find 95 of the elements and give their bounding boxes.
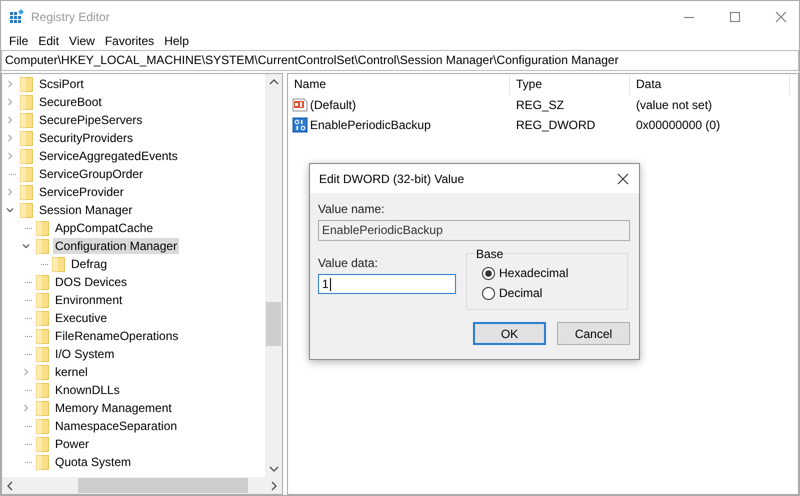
tree-item[interactable]: Defrag <box>69 256 110 272</box>
scroll-right-icon[interactable] <box>271 480 277 490</box>
folder-icon <box>36 382 49 398</box>
expand-chevron-icon[interactable] <box>6 80 14 88</box>
column-header[interactable]: Data <box>630 74 790 95</box>
tree-item[interactable]: ScsiPort <box>37 76 86 92</box>
menu-item[interactable]: Help <box>159 34 194 48</box>
folder-icon <box>36 400 49 416</box>
expand-chevron-icon[interactable] <box>6 116 14 124</box>
folder-icon <box>36 292 49 308</box>
tree-item[interactable]: Quota System <box>53 454 134 470</box>
tree-item[interactable]: SecurePipeServers <box>37 112 144 128</box>
folder-icon <box>36 220 49 236</box>
tree-item[interactable]: DOS Devices <box>53 274 130 290</box>
tree-item[interactable]: SecureBoot <box>37 94 104 110</box>
registry-editor-icon <box>9 8 25 24</box>
folder-icon <box>36 364 49 380</box>
value-name-field: EnablePeriodicBackup <box>318 220 630 241</box>
ok-button[interactable]: OK <box>473 322 546 345</box>
menu-item[interactable]: View <box>64 34 100 48</box>
tree-item[interactable]: kernel <box>53 364 90 380</box>
folder-icon <box>36 436 49 452</box>
column-header[interactable]: Type <box>510 74 630 95</box>
tree-item[interactable]: ServiceAggregatedEvents <box>37 148 180 164</box>
radio-button[interactable] <box>482 266 495 280</box>
expand-chevron-icon[interactable] <box>22 368 30 376</box>
tree-item[interactable]: Environment <box>53 292 124 308</box>
expand-chevron-icon[interactable] <box>6 188 14 196</box>
tree-item[interactable]: Memory Management <box>53 400 174 416</box>
tree-item[interactable]: SecurityProviders <box>37 130 136 146</box>
menu-item[interactable]: File <box>4 34 34 48</box>
scroll-thumb[interactable] <box>266 302 281 346</box>
tree-item[interactable]: FileRenameOperations <box>53 328 180 344</box>
expand-chevron-icon[interactable] <box>6 98 14 106</box>
folder-icon <box>20 130 33 146</box>
group-label: Base <box>474 247 506 261</box>
field-label: Value name: <box>318 202 386 216</box>
folder-icon <box>20 202 33 218</box>
radio-button[interactable] <box>482 286 495 300</box>
folder-icon <box>20 166 33 182</box>
tree-item[interactable]: ServiceProvider <box>37 184 126 200</box>
scroll-up-icon[interactable] <box>268 79 278 85</box>
tree-item[interactable]: Power <box>53 436 92 452</box>
tree-item[interactable]: Configuration Manager <box>53 238 180 254</box>
folder-icon <box>36 418 49 434</box>
collapse-chevron-icon[interactable] <box>6 206 14 214</box>
expand-chevron-icon[interactable] <box>6 134 14 142</box>
folder-icon <box>36 238 49 254</box>
close-icon[interactable] <box>617 172 629 184</box>
binary-value-icon <box>292 117 308 133</box>
tree-item[interactable]: NamespaceSeparation <box>53 418 180 434</box>
folder-icon <box>20 148 33 164</box>
value-name[interactable]: EnablePeriodicBackup <box>310 118 431 132</box>
tree-item[interactable]: Session Manager <box>37 202 134 218</box>
maximize-icon[interactable] <box>729 10 741 22</box>
folder-icon <box>36 454 49 470</box>
value-data: (value not set) <box>635 98 714 112</box>
menu-item[interactable]: Edit <box>33 34 64 48</box>
scroll-left-icon[interactable] <box>7 480 13 490</box>
folder-icon <box>36 346 49 362</box>
address-bar[interactable]: Computer\HKEY_LOCAL_MACHINE\SYSTEM\CurrentControlSet\Control\Session Manager\Configuration Manager <box>1 50 799 71</box>
tree-item[interactable]: KnownDLLs <box>53 382 122 398</box>
folder-icon <box>36 328 49 344</box>
vertical-scrollbar[interactable] <box>265 74 282 477</box>
folder-icon <box>36 310 49 326</box>
tree-item[interactable]: I/O System <box>53 346 116 362</box>
folder-icon <box>20 112 33 128</box>
window-title: Registry Editor <box>31 10 110 24</box>
cancel-button[interactable]: Cancel <box>557 322 630 345</box>
column-header[interactable]: Name <box>288 74 510 95</box>
radio-label[interactable]: Decimal <box>499 286 542 300</box>
scroll-down-icon[interactable] <box>268 466 278 472</box>
menu-item[interactable]: Favorites <box>100 34 160 48</box>
dialog-title: Edit DWORD (32-bit) Value <box>319 172 464 186</box>
value-data-field[interactable]: 1 <box>318 274 456 294</box>
folder-icon <box>20 184 33 200</box>
string-value-icon <box>292 97 308 113</box>
tree-item[interactable]: ServiceGroupOrder <box>37 166 146 182</box>
field-label: Value data: <box>318 256 379 270</box>
collapse-chevron-icon[interactable] <box>22 242 30 250</box>
horizontal-scrollbar[interactable] <box>2 477 282 494</box>
radio-label[interactable]: Hexadecimal <box>499 266 568 280</box>
tree-item[interactable]: AppCompatCache <box>53 220 156 236</box>
folder-icon <box>36 274 49 290</box>
tree-item[interactable]: Executive <box>53 310 110 326</box>
value-type: REG_SZ <box>515 98 566 112</box>
expand-chevron-icon[interactable] <box>22 404 30 412</box>
folder-icon <box>20 76 33 92</box>
value-type: REG_DWORD <box>515 118 596 132</box>
value-data: 0x00000000 (0) <box>635 118 722 132</box>
value-name[interactable]: (Default) <box>310 98 356 112</box>
scroll-thumb[interactable] <box>78 478 248 493</box>
folder-icon <box>52 256 65 272</box>
folder-icon <box>20 94 33 110</box>
expand-chevron-icon[interactable] <box>6 152 14 160</box>
